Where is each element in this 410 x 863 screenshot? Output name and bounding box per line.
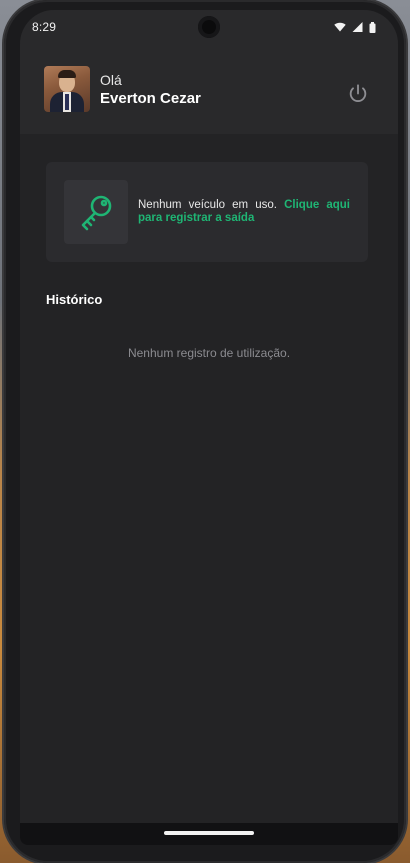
logout-button[interactable] [346,82,370,106]
key-icon [81,195,112,231]
history-title: Histórico [46,292,103,307]
user-name: Everton Cezar [100,89,201,107]
key-icon-box [64,180,128,244]
greeting-text: Olá [100,71,122,88]
phone-frame: 8:29 Olá Everton Cezar Nenhum veículo em… [4,0,406,863]
avatar-hair [58,70,76,78]
status-icons [334,21,376,33]
no-vehicle-message: Nenhum veículo em uso. [138,199,277,211]
app-screen: 8:29 Olá Everton Cezar Nenhum veículo em… [20,10,398,845]
app-header: Olá Everton Cezar [20,44,398,134]
history-empty-message: Nenhum registro de utilização. [127,346,291,360]
home-indicator[interactable] [164,831,254,835]
battery-icon [369,21,376,33]
vehicle-status-text: Nenhum veículo em uso. Clique aqui para … [138,199,350,225]
system-navigation-bar [20,823,398,845]
vehicle-status-card: Nenhum veículo em uso. Clique aqui para … [46,162,368,262]
status-time: 8:29 [32,20,57,34]
wifi-icon [334,22,346,32]
avatar[interactable] [44,66,90,112]
front-camera [198,16,220,38]
power-icon [349,84,367,102]
signal-icon [352,22,363,32]
greeting-block: Olá Everton Cezar [100,72,201,107]
avatar-tie [65,94,69,110]
